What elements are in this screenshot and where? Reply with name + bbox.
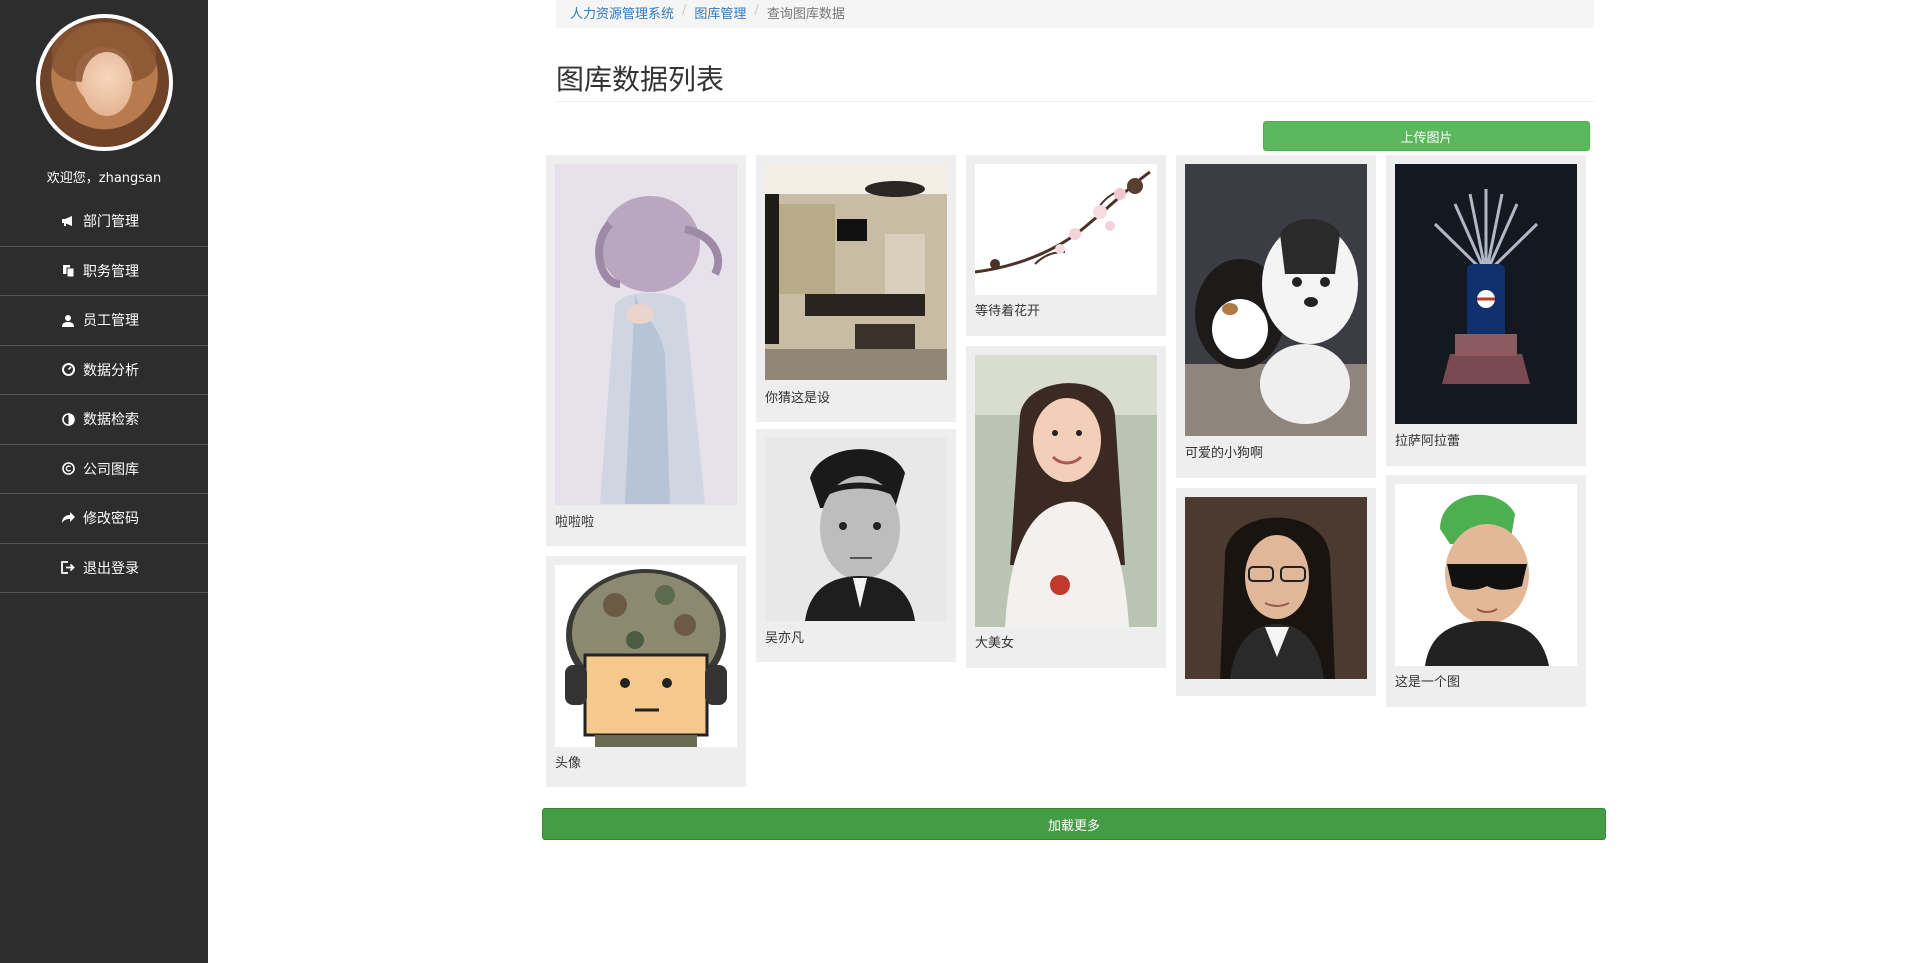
sidebar-item-label: 公司图库 (83, 461, 139, 478)
page-title: 图库数据列表 (556, 63, 725, 96)
gallery-image-green-hair-man[interactable] (1395, 484, 1577, 666)
gallery-image-cartoon-soldier[interactable] (555, 565, 737, 747)
gallery-card[interactable]: 拉萨阿拉蕾 (1386, 155, 1586, 466)
gallery-card[interactable] (1176, 488, 1376, 696)
gallery-caption: 你猜这是设 (765, 391, 831, 406)
sidebar-item-label: 员工管理 (83, 313, 139, 330)
gallery-image-blossom-branch[interactable] (975, 164, 1157, 295)
sidebar-item-analysis[interactable]: 数据分析 (0, 346, 208, 395)
gallery-caption: 吴亦凡 (765, 631, 805, 646)
sidebar-item-label: 数据检索 (83, 412, 139, 429)
gallery-card[interactable]: 头像 (546, 556, 746, 787)
sidebar-item-label: 退出登录 (83, 560, 139, 577)
breadcrumb-separator: / (682, 3, 687, 18)
copy-icon (61, 264, 75, 278)
adjust-icon (61, 412, 75, 426)
gallery-image-interior-room[interactable] (765, 164, 947, 380)
sidebar-nav: 部门管理 职务管理 员工管理 数据分析 数据检索 公司图库 修改密码 退出登录 (0, 197, 208, 593)
gallery-image-woman-lilac-hair[interactable] (555, 164, 737, 505)
sidebar-item-label: 部门管理 (83, 214, 139, 231)
avatar-face (82, 52, 132, 116)
gallery-card[interactable]: 可爱的小狗啊 (1176, 155, 1376, 478)
gallery-card[interactable]: 啦啦啦 (546, 155, 746, 546)
title-divider (556, 101, 1594, 102)
sidebar-item-logout[interactable]: 退出登录 (0, 544, 208, 593)
gallery-image-man-portrait[interactable] (765, 438, 947, 621)
gallery-card[interactable]: 吴亦凡 (756, 429, 956, 662)
gallery-image-two-puppies[interactable] (1185, 164, 1367, 436)
gallery-card[interactable]: 你猜这是设 (756, 155, 956, 422)
gallery-card[interactable]: 大美女 (966, 346, 1166, 668)
gallery-image-smiling-woman[interactable] (975, 355, 1157, 627)
breadcrumb: 人力资源管理系统 / 图库管理 / 查询图库数据 (556, 0, 1594, 28)
log-out-icon (61, 561, 75, 575)
sidebar-item-gallery[interactable]: 公司图库 (0, 445, 208, 494)
gallery-caption: 拉萨阿拉蕾 (1395, 434, 1461, 449)
gallery-caption: 等待着花开 (975, 304, 1041, 319)
share-arrow-icon (61, 512, 75, 524)
breadcrumb-separator: / (754, 3, 759, 18)
gallery-image-pepsi-can-throne[interactable] (1395, 164, 1577, 424)
gallery-card[interactable]: 等待着花开 (966, 155, 1166, 336)
sidebar-item-employee[interactable]: 员工管理 (0, 296, 208, 346)
sidebar-item-position[interactable]: 职务管理 (0, 247, 208, 296)
sidebar: 欢迎您，zhangsan 部门管理 职务管理 员工管理 数据分析 数据检索 公司… (0, 0, 208, 963)
gallery-card[interactable]: 这是一个图 (1386, 475, 1586, 707)
sidebar-item-label: 数据分析 (83, 362, 139, 379)
sidebar-item-label: 职务管理 (83, 263, 139, 280)
upload-button[interactable]: 上传图片 (1263, 121, 1590, 151)
gallery-caption: 可爱的小狗啊 (1185, 446, 1264, 461)
breadcrumb-link-gallery[interactable]: 图库管理 (694, 3, 746, 25)
welcome-text: 欢迎您，zhangsan (46, 171, 162, 186)
breadcrumb-current: 查询图库数据 (766, 7, 845, 22)
load-more-button[interactable]: 加载更多 (542, 808, 1606, 840)
gallery-image-woman-glasses[interactable] (1185, 497, 1367, 679)
gallery-caption: 头像 (555, 756, 582, 771)
user-icon (61, 314, 75, 327)
sidebar-item-label: 修改密码 (83, 511, 139, 528)
copyright-icon (61, 462, 75, 476)
gallery-caption: 大美女 (975, 636, 1015, 651)
gallery-caption: 这是一个图 (1395, 675, 1461, 690)
breadcrumb-link-home[interactable]: 人力资源管理系统 (570, 3, 674, 25)
bullhorn-icon (61, 215, 75, 227)
sidebar-item-department[interactable]: 部门管理 (0, 197, 208, 247)
gallery-caption: 啦啦啦 (555, 515, 595, 530)
dashboard-icon (61, 363, 75, 377)
sidebar-item-search[interactable]: 数据检索 (0, 395, 208, 445)
avatar[interactable] (36, 14, 173, 151)
sidebar-item-password[interactable]: 修改密码 (0, 494, 208, 544)
